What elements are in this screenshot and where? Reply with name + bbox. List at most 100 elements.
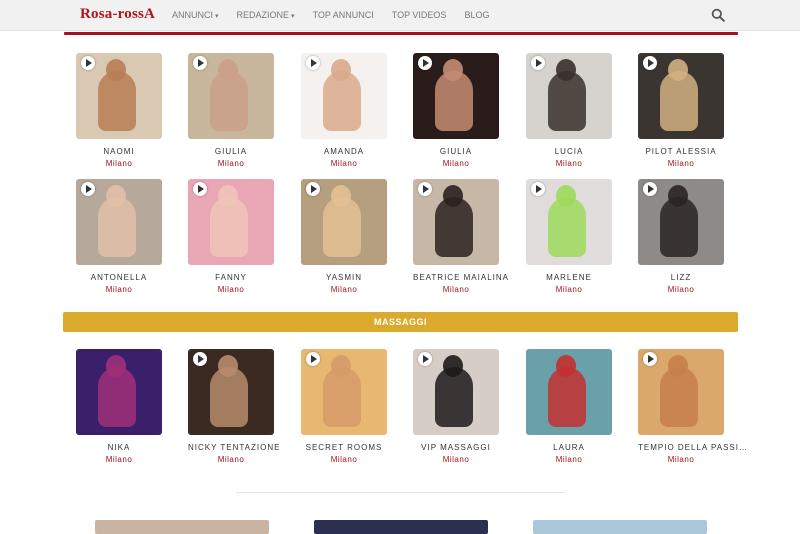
listing-name[interactable]: FANNY [188, 273, 274, 282]
listing-name[interactable]: NICKY TENTAZIONE [188, 443, 279, 452]
listing-card[interactable]: NIKA Milano [76, 349, 162, 464]
listing-card[interactable]: MARLENE Milano [526, 179, 612, 294]
chevron-down-icon: ▾ [291, 13, 295, 20]
play-video-icon[interactable] [306, 352, 320, 366]
listing-city: Milano [442, 455, 470, 464]
listing-name[interactable]: LIZZ [638, 273, 724, 282]
listing-city: Milano [217, 285, 245, 294]
listing-name[interactable]: NIKA [76, 443, 162, 452]
play-video-icon[interactable] [306, 56, 320, 70]
nav-top-annunci[interactable]: TOP ANNUNCI [313, 0, 374, 30]
listing-card[interactable]: PILOT ALESSIA Milano [638, 53, 724, 168]
listing-photo[interactable] [413, 349, 499, 435]
listing-name[interactable]: AMANDA [301, 147, 387, 156]
play-video-icon[interactable] [531, 182, 545, 196]
play-video-icon[interactable] [193, 182, 207, 196]
play-video-icon[interactable] [418, 352, 432, 366]
listing-photo[interactable] [76, 53, 162, 139]
listing-card[interactable]: GIULIA Milano [188, 53, 274, 168]
photo-subject-head [106, 185, 126, 207]
listing-photo[interactable] [413, 53, 499, 139]
listing-card[interactable]: ANTONELLA Milano [76, 179, 162, 294]
play-video-icon[interactable] [193, 56, 207, 70]
listing-name[interactable]: NAOMI [76, 147, 162, 156]
play-video-icon[interactable] [193, 352, 207, 366]
play-video-icon[interactable] [418, 56, 432, 70]
listing-card[interactable]: YASMIN Milano [301, 179, 387, 294]
listing-name[interactable]: YASMIN [301, 273, 387, 282]
listing-photo[interactable] [526, 179, 612, 265]
listing-photo[interactable] [301, 179, 387, 265]
listing-card[interactable]: NICKY TENTAZIONE Milano [188, 349, 279, 464]
listing-name[interactable]: LUCIA [526, 147, 612, 156]
play-video-icon[interactable] [643, 182, 657, 196]
listing-photo[interactable] [526, 349, 612, 435]
nav-redazione[interactable]: REDAZIONE ▾ [237, 0, 295, 30]
listing-city: Milano [555, 285, 583, 294]
listing-photo[interactable] [76, 349, 162, 435]
listing-photo[interactable] [188, 349, 274, 435]
listing-city: Milano [330, 159, 358, 168]
listing-name[interactable]: PILOT ALESSIA [638, 147, 724, 156]
photo-subject-head [218, 59, 238, 81]
listing-photo[interactable] [301, 349, 387, 435]
listing-card[interactable]: TEMPIO DELLA PASSI… Milano [638, 349, 747, 464]
listing-photo[interactable] [413, 179, 499, 265]
listing-city: Milano [330, 285, 358, 294]
listing-card[interactable]: NAOMI Milano [76, 53, 162, 168]
site-logo[interactable]: Rosa-rossA [80, 6, 155, 23]
listing-name[interactable]: SECRET ROOMS [301, 443, 387, 452]
listing-card[interactable]: LUCIA Milano [526, 53, 612, 168]
listing-name[interactable]: GIULIA [188, 147, 274, 156]
nav-blog[interactable]: BLOG [464, 0, 489, 30]
listing-name[interactable]: MARLENE [526, 273, 612, 282]
listing-photo[interactable] [638, 349, 724, 435]
listing-photo[interactable] [638, 179, 724, 265]
listing-card[interactable]: LIZZ Milano [638, 179, 724, 294]
listing-photo[interactable] [638, 53, 724, 139]
photo-subject-head [668, 355, 688, 377]
listing-city: Milano [555, 455, 583, 464]
listing-photo[interactable] [76, 179, 162, 265]
listing-city: Milano [667, 455, 695, 464]
play-video-icon[interactable] [531, 56, 545, 70]
listing-card[interactable]: SECRET ROOMS Milano [301, 349, 387, 464]
play-video-icon[interactable] [306, 182, 320, 196]
photo-subject-head [218, 185, 238, 207]
photo-subject-head [556, 355, 576, 377]
photo-subject-head [668, 185, 688, 207]
listing-city: Milano [555, 159, 583, 168]
listing-photo[interactable] [301, 53, 387, 139]
nav-annunci[interactable]: ANNUNCI ▾ [172, 0, 219, 30]
listing-card[interactable]: VIP MASSAGGI Milano [413, 349, 499, 464]
listing-name[interactable]: ANTONELLA [76, 273, 162, 282]
listing-city: Milano [330, 455, 358, 464]
listing-city: Milano [442, 285, 470, 294]
listing-name[interactable]: LAURA [526, 443, 612, 452]
listing-name[interactable]: TEMPIO DELLA PASSI… [638, 443, 747, 452]
listing-photo[interactable] [526, 53, 612, 139]
play-video-icon[interactable] [643, 56, 657, 70]
nav-top-videos[interactable]: TOP VIDEOS [392, 0, 447, 30]
listing-photo[interactable] [188, 53, 274, 139]
bottom-thumbnail[interactable] [533, 520, 707, 534]
play-video-icon[interactable] [643, 352, 657, 366]
play-video-icon[interactable] [418, 182, 432, 196]
listing-card[interactable]: LAURA Milano [526, 349, 612, 464]
listing-name[interactable]: GIULIA [413, 147, 499, 156]
top-navbar: Rosa-rossA ANNUNCI ▾ REDAZIONE ▾ TOP ANNUN… [0, 0, 800, 31]
listing-name[interactable]: BEATRICE MAIALINA [413, 273, 508, 282]
search-icon[interactable] [711, 8, 725, 22]
listing-card[interactable]: GIULIA Milano [413, 53, 499, 168]
listing-card[interactable]: BEATRICE MAIALINA Milano [413, 179, 508, 294]
listing-name[interactable]: VIP MASSAGGI [413, 443, 499, 452]
listing-city: Milano [105, 455, 133, 464]
bottom-thumbnail[interactable] [314, 520, 488, 534]
bottom-thumbnail[interactable] [95, 520, 269, 534]
play-video-icon[interactable] [81, 56, 95, 70]
listing-photo[interactable] [188, 179, 274, 265]
listing-card[interactable]: FANNY Milano [188, 179, 274, 294]
play-video-icon[interactable] [81, 182, 95, 196]
main-nav: ANNUNCI ▾ REDAZIONE ▾ TOP ANNUNCI TOP VIDE… [172, 0, 507, 30]
listing-card[interactable]: AMANDA Milano [301, 53, 387, 168]
